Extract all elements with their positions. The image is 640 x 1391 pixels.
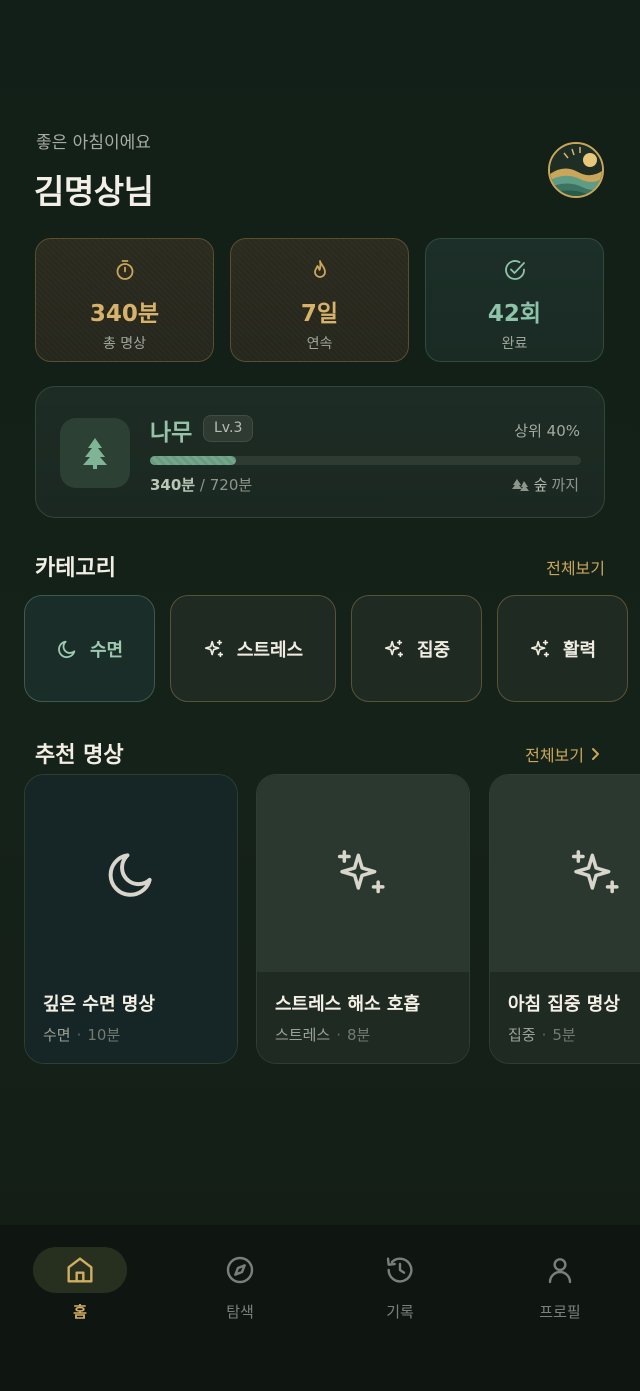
card-meta: 집중 · 5분 [508, 1026, 576, 1044]
nav-pill [33, 1247, 127, 1293]
nav-label: 프로필 [539, 1303, 581, 1321]
category-chip-stress[interactable]: 스트레스 [170, 595, 336, 702]
stat-value: 340분 [89, 301, 160, 327]
stat-label: 총 명상 [102, 336, 147, 352]
meditation-card-stress[interactable]: 스트레스 해소 호흡 스트레스 · 8분 [256, 774, 470, 1064]
avatar[interactable] [548, 142, 604, 198]
card-thumbnail [25, 775, 237, 972]
nav-home[interactable]: 홈 [0, 1247, 160, 1322]
bottom-nav: 홈 탐색 기록 프로필 [0, 1225, 640, 1391]
level-progress-bar [150, 456, 581, 465]
forest-icon [511, 478, 529, 491]
category-chip-focus[interactable]: 집중 [351, 595, 482, 702]
recommended-title: 추천 명상 [35, 743, 124, 768]
stat-total-minutes: 340분 총 명상 [35, 238, 214, 362]
compass-icon [226, 1256, 254, 1284]
sparkles-icon [204, 639, 223, 657]
nav-history[interactable]: 기록 [320, 1247, 480, 1322]
card-info: 깊은 수면 명상 수면 · 10분 [25, 972, 237, 1063]
meditation-card-focus[interactable]: 아침 집중 명상 집중 · 5분 [489, 774, 640, 1064]
nav-pill [513, 1247, 607, 1293]
stat-streak: 7일 연속 [230, 238, 409, 362]
level-current: 340분 [150, 476, 196, 494]
stat-value: 7일 [300, 301, 339, 327]
nav-profile[interactable]: 프로필 [480, 1247, 640, 1322]
category-chip-energy[interactable]: 활력 [497, 595, 628, 702]
category-label: 집중 [416, 639, 451, 661]
card-duration: 10분 [87, 1026, 121, 1044]
tree-badge [60, 418, 130, 488]
user-name: 김명상님 [34, 172, 154, 211]
nav-pill [193, 1247, 287, 1293]
moon-icon [58, 640, 76, 658]
next-stage-suffix: 까지 [551, 476, 579, 494]
category-chip-sleep[interactable]: 수면 [24, 595, 155, 702]
card-info: 스트레스 해소 호흡 스트레스 · 8분 [257, 972, 469, 1063]
card-thumbnail [490, 775, 640, 972]
level-next-goal: 숲 까지 [511, 474, 579, 495]
level-badge: Lv.3 [203, 415, 254, 442]
sparkles-icon [384, 639, 404, 657]
user-icon [548, 1258, 572, 1284]
card-meta: 스트레스 · 8분 [275, 1026, 371, 1044]
level-progress-fill [150, 456, 237, 465]
home-icon [67, 1257, 93, 1283]
nav-label: 탐색 [226, 1303, 254, 1321]
greeting-subtitle: 좋은 아침이에요 [36, 133, 151, 153]
stat-value: 42회 [487, 301, 542, 327]
sparkles-icon [530, 639, 550, 657]
card-category: 수면 [43, 1026, 71, 1044]
nav-pill [353, 1247, 447, 1293]
see-all-label: 전체보기 [546, 559, 605, 578]
level-stage: 나무 [150, 420, 193, 446]
nav-explore[interactable]: 탐색 [160, 1247, 320, 1322]
nav-label: 기록 [386, 1303, 414, 1321]
categories-see-all[interactable]: 전체보기 [546, 555, 605, 579]
card-title: 스트레스 해소 호흡 [275, 994, 421, 1015]
timer-icon [116, 260, 133, 280]
level-rank: 상위 40% [514, 422, 580, 440]
check-circle-icon [504, 260, 525, 280]
meditation-card-sleep[interactable]: 깊은 수면 명상 수면 · 10분 [24, 774, 238, 1064]
moon-icon [108, 852, 152, 897]
card-duration: 8분 [346, 1026, 371, 1044]
card-info: 아침 집중 명상 집중 · 5분 [490, 972, 640, 1063]
stat-label: 연속 [306, 336, 333, 352]
stat-label: 완료 [501, 336, 528, 352]
card-category: 집중 [508, 1026, 536, 1044]
category-label: 활력 [562, 639, 597, 661]
history-icon [386, 1257, 413, 1283]
recommended-see-all[interactable]: 전체보기 [525, 742, 600, 766]
level-progress-text: 340분 / 720분 [150, 474, 252, 495]
card-meta: 수면 · 10분 [43, 1026, 121, 1044]
category-label: 스트레스 [236, 639, 304, 661]
card-thumbnail [257, 775, 469, 972]
card-title: 깊은 수면 명상 [43, 994, 155, 1015]
level-target: / 720분 [199, 476, 253, 494]
card-title: 아침 집중 명상 [508, 994, 620, 1015]
nav-label: 홈 [73, 1303, 87, 1321]
sparkles-icon [337, 849, 385, 893]
card-duration: 5분 [552, 1026, 576, 1044]
chevron-right-icon [592, 748, 599, 760]
stat-completed: 42회 완료 [425, 238, 604, 362]
categories-title: 카테고리 [35, 556, 116, 581]
sparkles-icon [571, 849, 619, 893]
flame-icon [313, 260, 326, 278]
category-label: 수면 [89, 639, 124, 661]
card-category: 스트레스 [275, 1026, 331, 1044]
landscape-logo-icon [550, 144, 602, 196]
level-card[interactable]: 나무 Lv.3 상위 40% 340분 / 720분 숲 까지 [35, 386, 605, 518]
next-stage-label: 숲 [533, 476, 548, 494]
tree-icon [83, 438, 107, 469]
see-all-label: 전체보기 [525, 746, 584, 765]
